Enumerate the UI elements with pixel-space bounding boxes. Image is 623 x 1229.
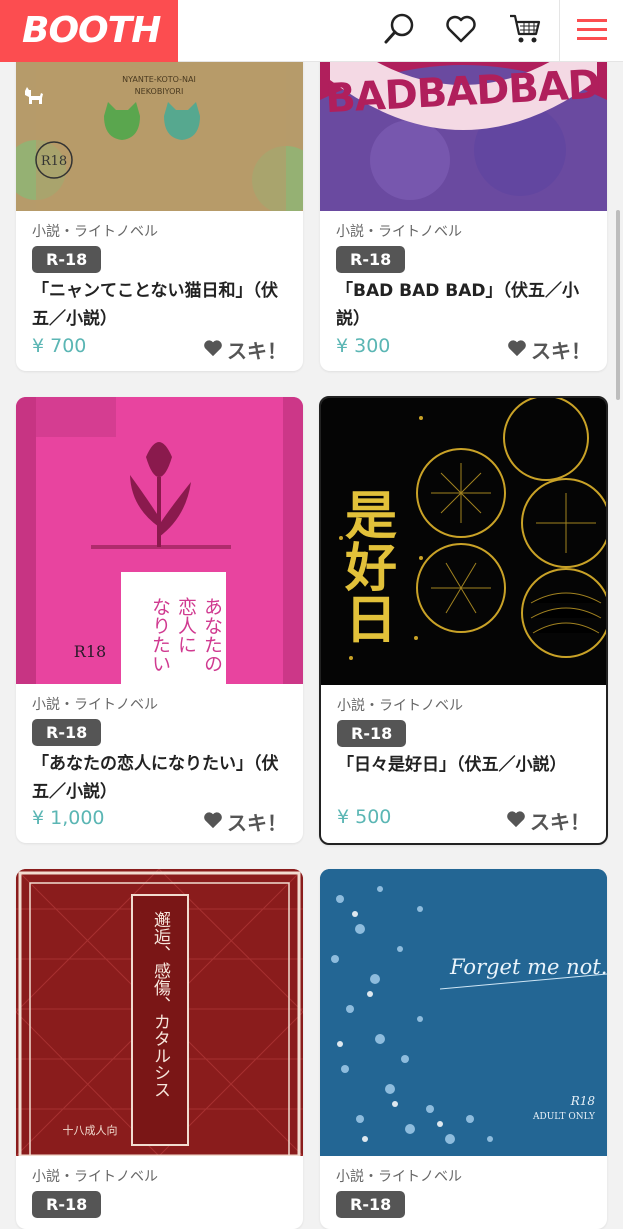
- heart-icon: [203, 338, 223, 362]
- heart-icon: [507, 338, 527, 362]
- search-button[interactable]: [376, 8, 422, 54]
- like-button[interactable]: スキ！: [203, 335, 287, 364]
- favorites-button[interactable]: [438, 8, 484, 54]
- like-button[interactable]: スキ！: [506, 806, 590, 835]
- scrollbar[interactable]: [616, 210, 620, 400]
- logo-text: BOOTH: [22, 10, 161, 51]
- product-thumbnail[interactable]: あなたの 恋人に なりたい R18: [16, 397, 303, 684]
- svg-text:R18: R18: [570, 1094, 596, 1108]
- search-icon: [382, 12, 416, 50]
- cart-icon: [508, 12, 542, 50]
- svg-text:あなたの: あなたの: [201, 597, 223, 673]
- svg-text:R18: R18: [41, 154, 67, 169]
- age-badge: R-18: [32, 719, 102, 746]
- like-button[interactable]: スキ！: [507, 335, 591, 364]
- product-category[interactable]: 小説・ライトノベル: [32, 221, 158, 241]
- age-badge: R-18: [32, 246, 102, 273]
- age-badge: R-18: [336, 1191, 406, 1218]
- product-thumbnail[interactable]: Forget me not. R18 ADULT ONLY: [320, 869, 607, 1156]
- svg-text:邂逅、感傷、カタルシス: 邂逅、感傷、カタルシス: [150, 911, 171, 1098]
- like-label: スキ！: [531, 339, 591, 363]
- svg-text:恋人に: 恋人に: [175, 597, 197, 654]
- product-card[interactable]: 邂逅、感傷、カタルシス 十八成人向 小説・ライトノベル R-18: [16, 869, 303, 1229]
- like-button[interactable]: スキ！: [203, 807, 287, 836]
- like-label: スキ！: [227, 339, 287, 363]
- menu-button[interactable]: [559, 0, 623, 62]
- product-title[interactable]: 「BAD BAD BAD」（伏五／小説）: [336, 277, 597, 333]
- hamburger-icon: [576, 17, 608, 45]
- product-title[interactable]: 「ニャンてことない猫日和」（伏五／小説）: [32, 277, 293, 333]
- age-badge: R-18: [337, 720, 407, 747]
- product-price: ¥ 500: [337, 806, 392, 828]
- product-category[interactable]: 小説・ライトノベル: [32, 694, 158, 714]
- age-badge: R-18: [336, 246, 406, 273]
- svg-text:ADULT ONLY: ADULT ONLY: [532, 1112, 596, 1122]
- like-label: スキ！: [530, 810, 590, 834]
- heart-icon: [506, 809, 526, 833]
- product-category[interactable]: 小説・ライトノベル: [336, 1166, 462, 1186]
- svg-text:十八成人向: 十八成人向: [63, 1123, 118, 1137]
- booth-logo[interactable]: BOOTH: [0, 0, 178, 104]
- cart-button[interactable]: [502, 8, 548, 54]
- heart-outline-icon: [445, 15, 477, 47]
- product-price: ¥ 700: [32, 335, 87, 357]
- svg-text:NYANTE-KOTO-NAI: NYANTE-KOTO-NAI: [122, 75, 196, 84]
- product-card[interactable]: Forget me not. R18 ADULT ONLY 小説・ライトノベル …: [320, 869, 607, 1229]
- svg-text:NEKOBIYORI: NEKOBIYORI: [135, 87, 184, 96]
- heart-icon: [203, 810, 223, 834]
- product-price: ¥ 1,000: [32, 807, 105, 829]
- product-card[interactable]: 是好日 小説・ライトノベル R-18 「日々是好日」（伏五／小説） ¥ 500 …: [319, 396, 608, 845]
- product-category[interactable]: 小説・ライトノベル: [336, 221, 462, 241]
- product-thumbnail[interactable]: 是好日: [321, 398, 606, 685]
- product-price: ¥ 300: [336, 335, 391, 357]
- svg-text:Forget me not.: Forget me not.: [449, 955, 607, 979]
- product-card[interactable]: あなたの 恋人に なりたい R18 小説・ライトノベル R-18 「あなたの恋人…: [16, 397, 303, 843]
- svg-text:R18: R18: [74, 642, 106, 661]
- age-badge: R-18: [32, 1191, 102, 1218]
- product-title[interactable]: 「あなたの恋人になりたい」（伏五／小説）: [32, 750, 293, 806]
- like-label: スキ！: [227, 811, 287, 835]
- product-category[interactable]: 小説・ライトノベル: [32, 1166, 158, 1186]
- product-category[interactable]: 小説・ライトノベル: [337, 695, 463, 715]
- svg-text:是好日: 是好日: [336, 488, 398, 644]
- product-title[interactable]: 「日々是好日」（伏五／小説）: [337, 751, 596, 779]
- site-header: BOOTH: [0, 0, 623, 104]
- product-thumbnail[interactable]: 邂逅、感傷、カタルシス 十八成人向: [16, 869, 303, 1156]
- svg-text:なりたい: なりたい: [149, 597, 171, 673]
- cat-icon: [24, 63, 44, 125]
